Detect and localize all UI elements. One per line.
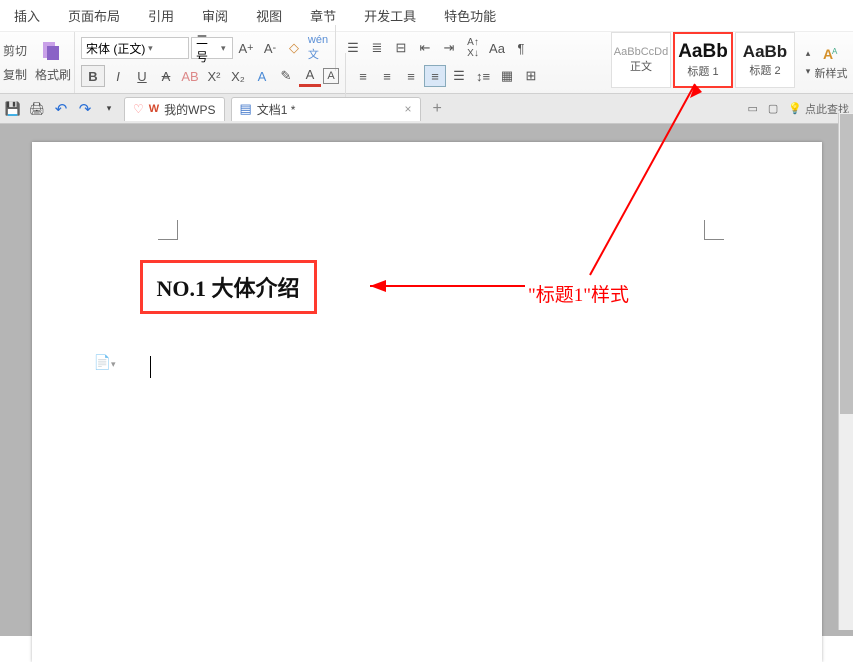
- tab-mywps[interactable]: ♡ W 我的WPS: [124, 97, 225, 121]
- font-color-icon[interactable]: A: [299, 65, 321, 87]
- borders-icon[interactable]: ⊞: [520, 65, 542, 87]
- bulb-icon: 💡: [788, 102, 802, 115]
- clipboard-panel: 剪切 复制 格式刷: [0, 32, 75, 93]
- wps-logo-icon: W: [149, 103, 159, 115]
- superscript-icon[interactable]: X²: [203, 65, 225, 87]
- multilevel-icon[interactable]: ⊟: [390, 37, 412, 59]
- menu-view[interactable]: 视图: [242, 2, 296, 29]
- heading1-text[interactable]: NO.1 大体介绍: [157, 276, 300, 301]
- strike-icon[interactable]: A: [155, 65, 177, 87]
- align-left-icon[interactable]: ≡: [352, 65, 374, 87]
- style-gallery: AaBbCcDd 正文 AaBb 标题 1 AaBb 标题 2 ▴ ▾: [611, 32, 809, 93]
- style-body[interactable]: AaBbCcDd 正文: [611, 32, 671, 88]
- ribbon: 剪切 复制 格式刷 宋体 (正文)▾ 二号▾ A+ A- ◇ wén文 ☰ ≣ …: [0, 32, 853, 94]
- scrollbar-thumb[interactable]: [840, 114, 853, 414]
- sort-icon[interactable]: A↑X↓: [462, 37, 484, 59]
- annotation-label: "标题1"样式: [528, 280, 629, 307]
- style-heading1[interactable]: AaBb 标题 1: [673, 32, 733, 88]
- save-icon[interactable]: 💾: [4, 100, 22, 118]
- font-size-combo[interactable]: 二号▾: [191, 37, 233, 59]
- svg-text:A: A: [832, 47, 838, 56]
- new-style-button[interactable]: AA 新样式: [809, 32, 853, 93]
- heading1-highlight-box: NO.1 大体介绍: [140, 260, 317, 314]
- qat-dropdown-icon[interactable]: ▾: [100, 100, 118, 118]
- font-paragraph-panel: 宋体 (正文)▾ 二号▾ A+ A- ◇ wén文 ☰ ≣ ⊟ ⇤ ⇥ A↑X↓…: [75, 32, 607, 93]
- line-spacing-icon[interactable]: ↕≡: [472, 65, 494, 87]
- increase-indent-icon[interactable]: ⇥: [438, 37, 460, 59]
- change-case-icon[interactable]: Aa: [486, 37, 508, 59]
- paragraph-options-icon[interactable]: 📄▾: [94, 354, 116, 371]
- subscript-icon[interactable]: X₂: [227, 65, 249, 87]
- cut-label[interactable]: 剪切: [3, 42, 27, 59]
- new-style-icon: AA: [821, 45, 841, 65]
- font-name-combo[interactable]: 宋体 (正文)▾: [81, 37, 189, 59]
- text-cursor: [150, 356, 151, 378]
- redo-icon[interactable]: ↷: [76, 100, 94, 118]
- margin-mark-tl: [158, 220, 178, 240]
- margin-mark-tr: [704, 220, 724, 240]
- decrease-indent-icon[interactable]: ⇤: [414, 37, 436, 59]
- menu-devtools[interactable]: 开发工具: [350, 2, 430, 29]
- style-heading2[interactable]: AaBb 标题 2: [735, 32, 795, 88]
- align-center-icon[interactable]: ≡: [376, 65, 398, 87]
- page[interactable]: NO.1 大体介绍 📄▾: [32, 142, 822, 662]
- align-right-icon[interactable]: ≡: [400, 65, 422, 87]
- shrink-font-icon[interactable]: A-: [259, 37, 281, 59]
- grow-font-icon[interactable]: A+: [235, 37, 257, 59]
- distribute-icon[interactable]: ☰: [448, 65, 470, 87]
- menu-bar: 插入 页面布局 引用 审阅 视图 章节 开发工具 特色功能: [0, 0, 853, 32]
- menu-review[interactable]: 审阅: [188, 2, 242, 29]
- menu-reference[interactable]: 引用: [134, 2, 188, 29]
- undo-icon[interactable]: ↶: [52, 100, 70, 118]
- copy-label[interactable]: 复制: [3, 66, 27, 83]
- close-tab-icon[interactable]: ×: [404, 102, 411, 116]
- menu-insert[interactable]: 插入: [0, 2, 54, 29]
- numbering-icon[interactable]: ≣: [366, 37, 388, 59]
- highlight-icon[interactable]: ✎: [275, 65, 297, 87]
- format-painter-label[interactable]: 格式刷: [35, 66, 71, 83]
- paste-icon[interactable]: [35, 36, 63, 64]
- show-marks-icon[interactable]: ¶: [510, 37, 532, 59]
- expand-icon[interactable]: ▢: [768, 102, 778, 115]
- tab-document1[interactable]: ▤ 文档1 * ×: [231, 97, 421, 121]
- menu-chapter[interactable]: 章节: [296, 2, 350, 29]
- shading-icon[interactable]: ▦: [496, 65, 518, 87]
- underline-icon[interactable]: U: [131, 65, 153, 87]
- italic-icon[interactable]: I: [107, 65, 129, 87]
- bold-icon[interactable]: B: [81, 65, 105, 87]
- clear-format-icon[interactable]: ◇: [283, 37, 305, 59]
- heart-icon: ♡: [133, 102, 144, 116]
- print-icon[interactable]: 🖨: [28, 100, 46, 118]
- phonetic-icon[interactable]: wén文: [307, 37, 329, 59]
- vertical-scrollbar[interactable]: [838, 113, 853, 630]
- char-border-icon[interactable]: A: [323, 68, 339, 84]
- document-area: NO.1 大体介绍 📄▾: [0, 124, 853, 636]
- emphasis-icon[interactable]: AB: [179, 65, 201, 87]
- menu-pagelayout[interactable]: 页面布局: [54, 2, 134, 29]
- word-doc-icon: ▤: [240, 101, 252, 117]
- menu-special[interactable]: 特色功能: [430, 2, 510, 29]
- document-tab-bar: 💾 🖨 ↶ ↷ ▾ ♡ W 我的WPS ▤ 文档1 * × + ▭ ▢ 💡点此查…: [0, 94, 853, 124]
- new-tab-icon[interactable]: +: [427, 100, 448, 118]
- wrap-icon[interactable]: ▭: [747, 102, 757, 115]
- align-justify-icon[interactable]: ≡: [424, 65, 446, 87]
- text-effects-icon[interactable]: A: [251, 65, 273, 87]
